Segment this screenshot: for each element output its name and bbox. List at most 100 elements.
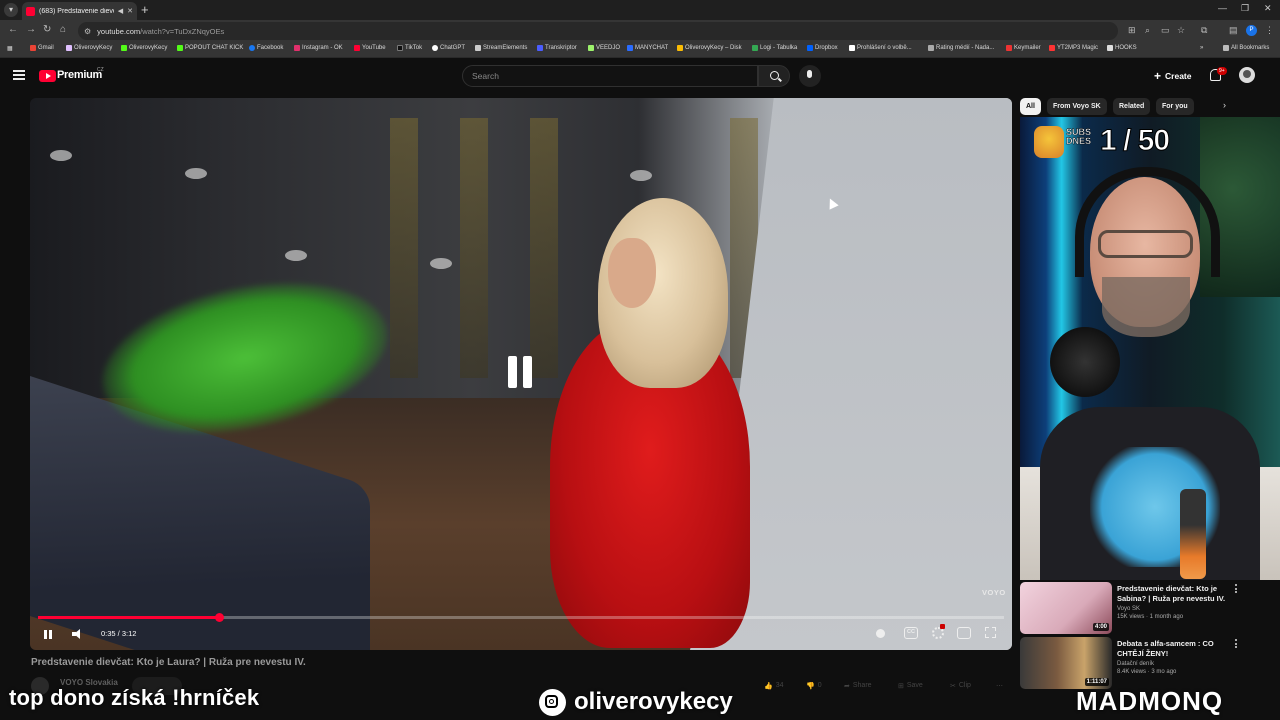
like-button[interactable]: 👍 34 (764, 682, 784, 690)
bookmark-star-icon[interactable]: ☆ (1177, 25, 1185, 36)
related-channel[interactable]: Voyo SK (1117, 606, 1140, 612)
profile-avatar[interactable]: P (1246, 25, 1257, 36)
bookmark-label: StreamElements (483, 45, 528, 51)
bookmark-item[interactable]: Prohlášení o volbě... (849, 45, 912, 51)
bookmark-item[interactable]: Logi - Tabulka (752, 45, 797, 51)
translate-icon[interactable]: ⊞ (1128, 25, 1136, 36)
create-button[interactable]: + Create (1148, 66, 1197, 86)
theater-mode-icon[interactable] (957, 627, 971, 639)
fullscreen-icon[interactable] (985, 627, 996, 638)
bookmark-label: Gmail (38, 45, 54, 51)
autoplay-toggle-icon[interactable] (876, 629, 885, 638)
share-icon: ➦ (844, 683, 850, 690)
bookmark-item[interactable]: YT2MP3 Magic (1049, 45, 1098, 51)
bookmark-item[interactable]: Facebook (249, 45, 283, 51)
bookmark-item[interactable]: HOOKS (1107, 45, 1137, 51)
related-meta: 8.4K views · 3 mo ago (1117, 669, 1177, 675)
bookmarks-overflow-icon[interactable]: » (1200, 45, 1203, 51)
minimize-icon[interactable]: — (1218, 3, 1227, 13)
play-pause-button[interactable] (44, 630, 53, 639)
pause-indicator-icon[interactable] (508, 356, 534, 388)
side-panel-icon[interactable]: ▤ (1229, 25, 1238, 36)
bookmark-label: Instagram - OK (302, 45, 343, 51)
bookmark-item[interactable]: OliverovyKecy – Disk (677, 45, 742, 51)
cast-icon[interactable]: ▭ (1161, 25, 1170, 36)
more-actions-icon[interactable]: ⋯ (996, 682, 1003, 690)
create-label: Create (1165, 71, 1192, 81)
home-icon[interactable]: ⌂ (60, 24, 66, 35)
bookmark-item[interactable]: Dropbox (807, 45, 838, 51)
window-close-icon[interactable]: ✕ (1264, 3, 1272, 14)
related-thumbnail[interactable]: 4:00 (1020, 582, 1112, 634)
voice-search-button[interactable] (799, 65, 821, 87)
new-tab-button[interactable]: + (141, 2, 149, 18)
search-button[interactable] (758, 65, 790, 87)
bookmark-item[interactable]: Rating médií - Nada... (928, 45, 994, 51)
microphone-icon (807, 70, 812, 78)
progress-played (38, 616, 219, 619)
reload-icon[interactable]: ↻ (43, 24, 51, 35)
bookmark-item[interactable]: MANYCHAT (627, 45, 668, 51)
progress-scrubber[interactable] (214, 613, 224, 622)
chevron-right-icon[interactable]: › (1223, 100, 1226, 110)
bookmark-item[interactable]: POPOUT CHAT KICK (177, 45, 243, 51)
progress-bar[interactable] (38, 613, 1004, 622)
video-player[interactable]: VOYO 0:35 / 3:12 CC (30, 98, 1012, 650)
extensions-icon[interactable]: ⧉ (1201, 25, 1207, 36)
browser-menu-icon[interactable]: ⋮ (1265, 25, 1274, 36)
hamburger-menu-icon[interactable] (13, 70, 25, 80)
bookmark-item[interactable]: TikTok (397, 45, 422, 51)
tab-search-icon[interactable]: ▾ (4, 3, 18, 17)
related-thumbnail[interactable]: 1:11:07 (1020, 637, 1112, 689)
subtitles-icon[interactable]: CC (904, 627, 918, 639)
url-text[interactable]: youtube.com/watch?v=TuDxZNqyOEs (97, 27, 224, 36)
close-icon[interactable]: ✕ (127, 7, 133, 15)
more-options-icon[interactable] (1235, 639, 1238, 649)
youtube-logo-icon[interactable] (39, 70, 56, 82)
bookmark-item[interactable]: Transkriptor (537, 45, 577, 51)
all-bookmarks[interactable]: All Bookmarks (1223, 45, 1269, 51)
share-button[interactable]: ➦ Share (844, 682, 872, 690)
volume-icon[interactable] (72, 629, 84, 639)
bookmark-item[interactable]: VEEDJO (588, 45, 620, 51)
bookmark-item[interactable]: Gmail (30, 45, 54, 51)
bookmark-item[interactable]: OliverovyKecy (66, 45, 112, 51)
restore-icon[interactable]: ❐ (1241, 3, 1249, 14)
related-title[interactable]: Debata s alfa-samcem : CO CHTĚJÍ ŽENY! (1117, 639, 1237, 659)
site-info-icon[interactable]: ⚙ (84, 27, 91, 36)
related-title[interactable]: Predstavenie dievčat: Kto je Sabina? | R… (1117, 584, 1237, 604)
premium-brand[interactable]: Premium (57, 69, 102, 81)
kick-icon (121, 45, 127, 51)
bookmark-item[interactable]: ChatGPT (432, 45, 465, 51)
sponsor-overlay-text: MADMONQ (1076, 686, 1224, 716)
chip-related[interactable]: Related (1113, 98, 1151, 115)
bookmark-item[interactable]: Instagram - OK (294, 45, 343, 51)
related-video[interactable]: 4:00 Predstavenie dievčat: Kto je Sabina… (1020, 582, 1280, 634)
account-avatar[interactable] (1239, 67, 1255, 83)
chip-for-you[interactable]: For you (1156, 98, 1194, 115)
instagram-handle: oliverovykecy (574, 688, 733, 715)
omnibox[interactable]: ⚙ youtube.com/watch?v=TuDxZNqyOEs (78, 22, 1118, 40)
bookmark-item[interactable]: YouTube (354, 45, 386, 51)
scissors-icon: ✂ (950, 683, 956, 690)
bookmark-item[interactable]: Keymailer (1006, 45, 1041, 51)
chip-all[interactable]: All (1020, 98, 1041, 115)
dislike-button[interactable]: 👎 0 (806, 682, 822, 690)
back-icon[interactable]: ← (8, 24, 18, 35)
save-button[interactable]: ⊞ Save (898, 682, 923, 690)
forward-icon[interactable]: → (26, 24, 36, 35)
bookmarks-bar: ▦ Gmail OliverovyKecy OliverovyKecy POPO… (0, 42, 1280, 58)
related-channel[interactable]: Datační deník (1117, 661, 1154, 667)
search-input[interactable]: Search (462, 65, 758, 87)
browser-tab[interactable]: (683) Predstavenie dievčat: Kto je Laura… (22, 2, 137, 20)
zoom-icon[interactable]: ⌕ (1145, 25, 1150, 36)
plus-icon: + (1154, 69, 1162, 83)
clip-button[interactable]: ✂ Clip (950, 682, 971, 690)
related-video[interactable]: 1:11:07 Debata s alfa-samcem : CO CHTĚJÍ… (1020, 637, 1280, 689)
bookmark-item[interactable]: StreamElements (475, 45, 527, 51)
apps-grid-icon[interactable]: ▦ (7, 45, 13, 52)
chip-from-voyo[interactable]: From Voyo SK (1047, 98, 1107, 115)
bookmark-item[interactable]: OliverovyKecy (121, 45, 167, 51)
speaker-icon[interactable]: ◀ (118, 7, 123, 15)
more-options-icon[interactable] (1235, 584, 1238, 594)
